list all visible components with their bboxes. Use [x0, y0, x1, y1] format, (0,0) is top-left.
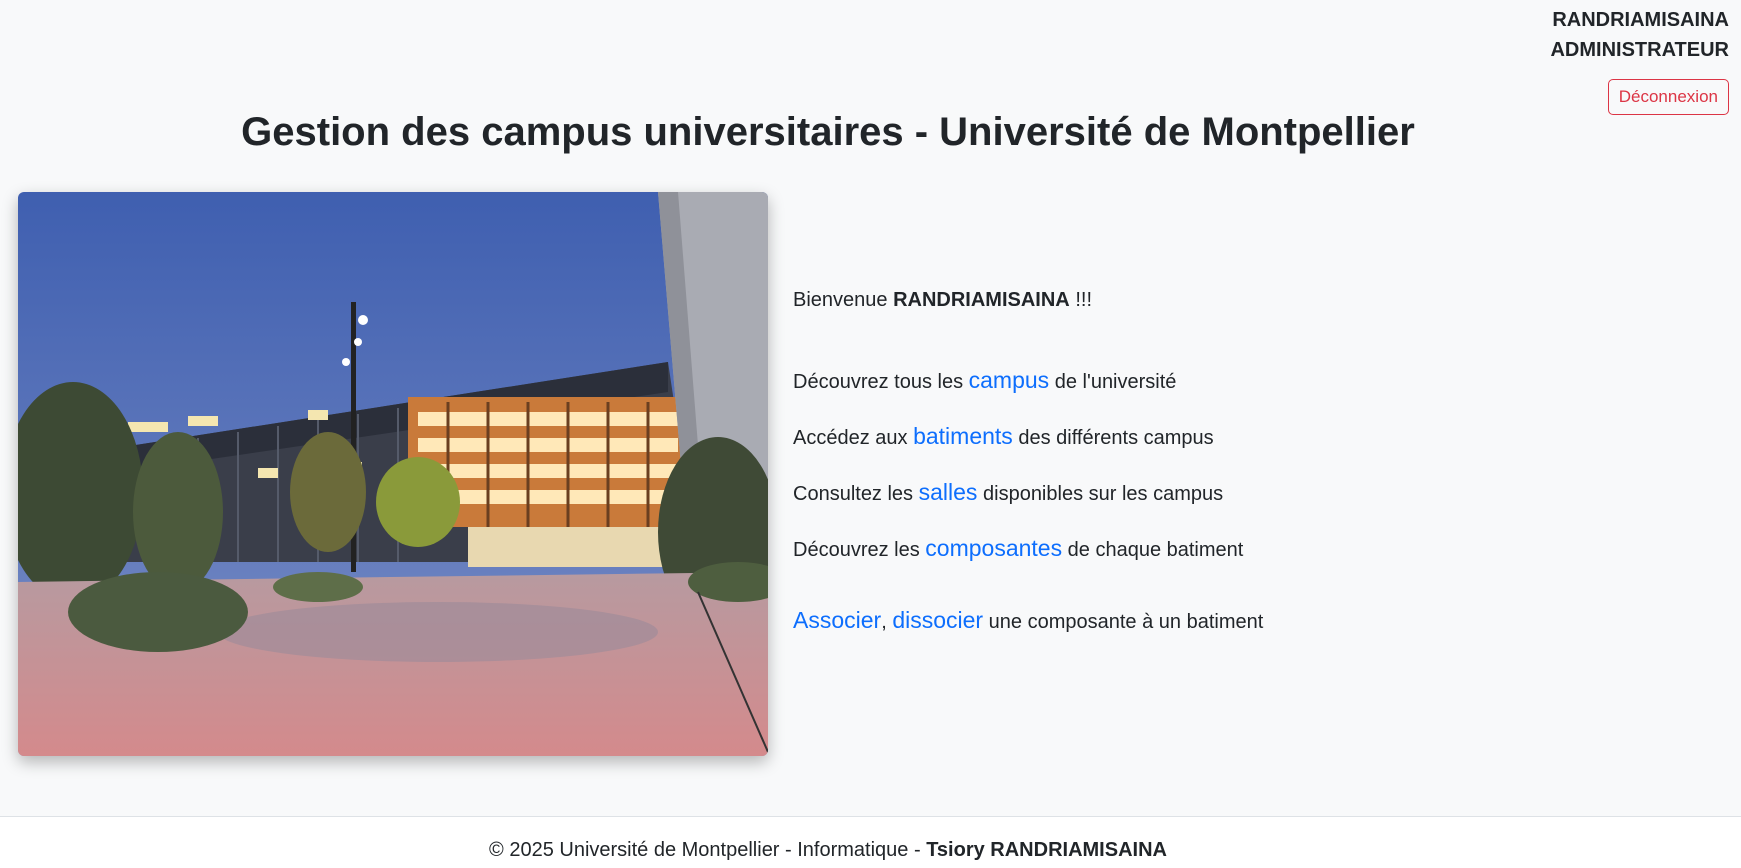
- campus-photo: [18, 192, 768, 756]
- footer-text: © 2025 Université de Montpellier - Infor…: [0, 837, 1656, 863]
- associer-after: une composante à un batiment: [988, 611, 1264, 633]
- footer: © 2025 Université de Montpellier - Infor…: [0, 816, 1741, 868]
- welcome-name: RANDRIAMISAINA: [893, 289, 1070, 311]
- associer-link[interactable]: Associer: [793, 607, 881, 633]
- dissocier-link[interactable]: dissocier: [892, 607, 983, 633]
- footer-copyright: © 2025 Université de Montpellier - Infor…: [489, 839, 921, 861]
- campus-before: Découvrez tous les: [793, 371, 964, 393]
- batiments-before: Accédez aux: [793, 427, 908, 449]
- campus-row: Découvrez tous les campus de l'universit…: [793, 360, 1493, 402]
- associer-separator: ,: [881, 611, 887, 633]
- associer-row: Associer, dissocier une composante à un …: [793, 600, 1493, 642]
- page-title: Gestion des campus universitaires - Univ…: [241, 110, 1415, 154]
- salles-after: disponibles sur les campus: [983, 483, 1224, 505]
- main-content: Bienvenue RANDRIAMISAINA !!! Découvrez t…: [793, 280, 1493, 656]
- footer-author: Tsiory RANDRIAMISAINA: [926, 839, 1167, 861]
- salles-link[interactable]: salles: [919, 479, 978, 505]
- welcome-prefix: Bienvenue: [793, 289, 888, 311]
- composantes-after: de chaque batiment: [1067, 539, 1244, 561]
- salles-row: Consultez les salles disponibles sur les…: [793, 472, 1493, 514]
- composantes-link[interactable]: composantes: [925, 535, 1062, 561]
- campus-after: de l'université: [1054, 371, 1177, 393]
- batiments-after: des différents campus: [1018, 427, 1214, 449]
- salles-before: Consultez les: [793, 483, 914, 505]
- batiments-link[interactable]: batiments: [913, 423, 1013, 449]
- campus-link[interactable]: campus: [969, 367, 1050, 393]
- batiments-row: Accédez aux batiments des différents cam…: [793, 416, 1493, 458]
- welcome-suffix: !!!: [1075, 289, 1092, 311]
- composantes-before: Découvrez les: [793, 539, 920, 561]
- user-info: RANDRIAMISAINA ADMINISTRATEUR Déconnexio…: [1550, 5, 1729, 115]
- welcome-message: Bienvenue RANDRIAMISAINA !!!: [793, 280, 1493, 320]
- composantes-row: Découvrez les composantes de chaque bati…: [793, 528, 1493, 570]
- user-role: ADMINISTRATEUR: [1550, 39, 1729, 61]
- user-name: RANDRIAMISAINA: [1552, 9, 1729, 31]
